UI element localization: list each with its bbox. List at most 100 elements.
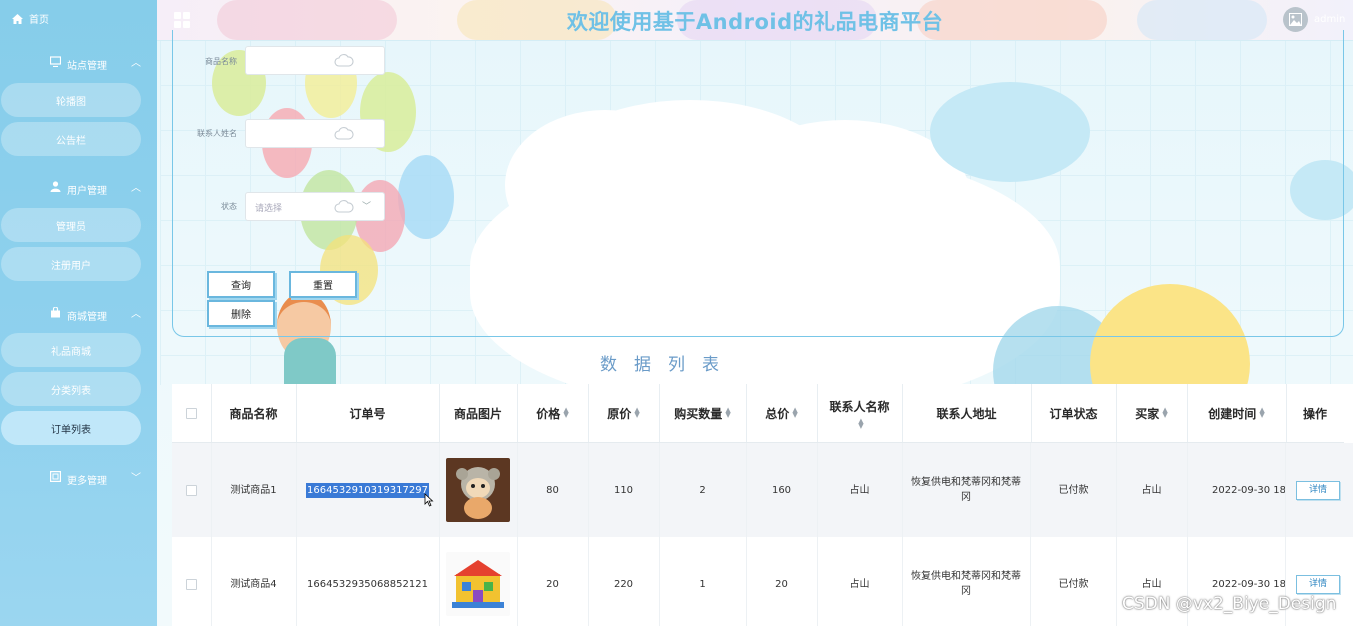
nav-group-user-label: 用户管理 [67, 186, 107, 197]
cell-contact: 占山 [817, 537, 903, 626]
col-header: 订单状态 [1031, 384, 1117, 443]
cell-original-price: 220 [588, 537, 660, 626]
detail-button[interactable]: 详情 [1296, 480, 1340, 500]
sidebar-item-registered-users[interactable]: 注册用户 [1, 247, 141, 281]
cell-quantity: 1 [659, 537, 747, 626]
cell-image [439, 443, 518, 537]
csdn-watermark: CSDN @vx2_Biye_Design [1122, 594, 1337, 614]
row-checkbox[interactable] [186, 484, 197, 496]
nav-group-more[interactable]: 更多管理 ﹀ [0, 469, 157, 487]
chevron-up-icon: ︿ [131, 58, 141, 69]
col-header: 商品名称 [211, 384, 297, 443]
sort-icon: ▲ ▼ [792, 406, 798, 419]
decor-figure-body [284, 338, 336, 384]
table-row: 测试商品1 1664532910319317297 80 110 2 160 占… [172, 443, 1353, 538]
col-header-sortable[interactable]: 购买数量 ▲ ▼ [659, 384, 747, 443]
cloud-icon [334, 200, 354, 213]
chevron-up-icon: ︿ [131, 183, 141, 194]
col-header-sortable[interactable]: 创建时间 ▲ ▼ [1187, 384, 1287, 443]
field-label-contact-name: 联系人姓名 [197, 129, 237, 138]
cell-address: 恢复供电和梵蒂冈和梵蒂冈 [902, 537, 1031, 626]
row-checkbox[interactable] [186, 578, 197, 590]
nav-group-mall-label: 商城管理 [67, 312, 107, 323]
cell-name: 测试商品4 [211, 537, 297, 626]
chevron-down-icon: ﹀ [131, 473, 141, 484]
col-header-sortable[interactable]: 买家 ▲ ▼ [1116, 384, 1188, 443]
col-header-sortable[interactable]: 联系人名称 ▲ ▼ [817, 384, 903, 443]
sidebar-item-carousel[interactable]: 轮播图 [1, 83, 141, 117]
toy-house-image [446, 552, 510, 616]
mouse-cursor-icon [424, 493, 434, 507]
chevron-down-icon: ﹀ [362, 202, 372, 212]
user-icon [50, 181, 61, 192]
col-header-sortable[interactable]: 原价 ▲ ▼ [588, 384, 660, 443]
user-name[interactable]: admin [1314, 14, 1345, 25]
sidebar: 首页 站点管理 ︿ 轮播图 公告栏 用户管理 ︿ 管理员 注册用户 商城管理 ︿… [0, 0, 157, 626]
sort-icon: ▲ ▼ [1259, 406, 1265, 419]
col-header: 订单号 [296, 384, 440, 443]
cell-contact: 占山 [817, 443, 903, 537]
nav-group-user[interactable]: 用户管理 ︿ [0, 179, 157, 197]
sort-icon: ▲ ▼ [634, 406, 640, 419]
sidebar-item-admins[interactable]: 管理员 [1, 208, 141, 242]
product-name-input[interactable] [245, 46, 385, 75]
status-select[interactable]: 请选择 ﹀ [245, 192, 385, 221]
sidebar-item-orders[interactable]: 订单列表 [1, 411, 141, 445]
col-header: 操作 [1286, 384, 1344, 443]
sort-icon: ▲ ▼ [858, 416, 864, 430]
header-select-all[interactable] [172, 384, 212, 443]
row-select[interactable] [172, 443, 212, 537]
cell-status: 已付款 [1031, 537, 1117, 626]
sort-icon: ▲ ▼ [563, 406, 569, 419]
avatar[interactable] [1283, 7, 1308, 32]
reset-button[interactable]: 重置 [289, 271, 357, 298]
sort-icon: ▲ ▼ [725, 406, 731, 419]
bag-icon [51, 307, 60, 318]
detail-button[interactable]: 详情 [1296, 574, 1340, 594]
field-label-product-name: 商品名称 [205, 57, 237, 66]
cell-total: 20 [746, 537, 818, 626]
orders-table: 商品名称 订单号 商品图片 价格 ▲ ▼ 原价 ▲ ▼ 购买数量 ▲ ▼ 总价 ▲ ▼ 联系人名… [172, 384, 1353, 626]
sort-icon: ▲ ▼ [1162, 406, 1168, 419]
monitor-icon [50, 56, 61, 67]
nav-group-mall[interactable]: 商城管理 ︿ [0, 305, 157, 323]
nav-group-site-label: 站点管理 [67, 61, 107, 72]
cell-image [439, 537, 518, 626]
col-header-sortable[interactable]: 价格 ▲ ▼ [517, 384, 589, 443]
col-header: 商品图片 [439, 384, 518, 443]
cell-action: 详情 [1286, 443, 1353, 537]
cell-address: 恢复供电和梵蒂冈和梵蒂冈 [902, 443, 1031, 537]
cell-order-no: 1664532935068852121 [296, 537, 440, 626]
select-all-checkbox[interactable] [186, 407, 197, 419]
cell-buyer: 占山 [1116, 443, 1188, 537]
cloud-icon [334, 127, 354, 140]
cell-order-no: 1664532910319317297 [296, 443, 440, 537]
cell-original-price: 110 [588, 443, 660, 537]
sidebar-item-categories[interactable]: 分类列表 [1, 372, 141, 406]
cell-price: 80 [517, 443, 589, 537]
col-header: 联系人地址 [902, 384, 1032, 443]
col-header-sortable[interactable]: 总价 ▲ ▼ [746, 384, 818, 443]
nav-group-site[interactable]: 站点管理 ︿ [0, 54, 157, 72]
selected-order-no[interactable]: 1664532910319317297 [306, 482, 429, 498]
cell-name: 测试商品1 [211, 443, 297, 537]
status-select-placeholder: 请选择 [255, 204, 283, 214]
window-icon [50, 471, 61, 482]
chevron-up-icon: ︿ [131, 309, 141, 320]
sidebar-item-gift-mall[interactable]: 礼品商城 [1, 333, 141, 367]
cell-price: 20 [517, 537, 589, 626]
delete-button[interactable]: 删除 [207, 300, 275, 327]
sidebar-item-notice[interactable]: 公告栏 [1, 122, 141, 156]
row-select[interactable] [172, 537, 212, 626]
cell-total: 160 [746, 443, 818, 537]
query-button[interactable]: 查询 [207, 271, 275, 298]
cell-created: 2022-09-30 18:15 [1187, 443, 1286, 537]
contact-name-input[interactable] [245, 119, 385, 148]
nav-group-more-label: 更多管理 [67, 476, 107, 487]
nav-home[interactable]: 首页 [12, 11, 49, 26]
cloud-icon [334, 54, 354, 67]
plush-toy-image [446, 458, 510, 522]
list-title: 数据列表 [600, 355, 736, 375]
field-label-status: 状态 [221, 202, 237, 211]
home-icon [12, 13, 23, 24]
